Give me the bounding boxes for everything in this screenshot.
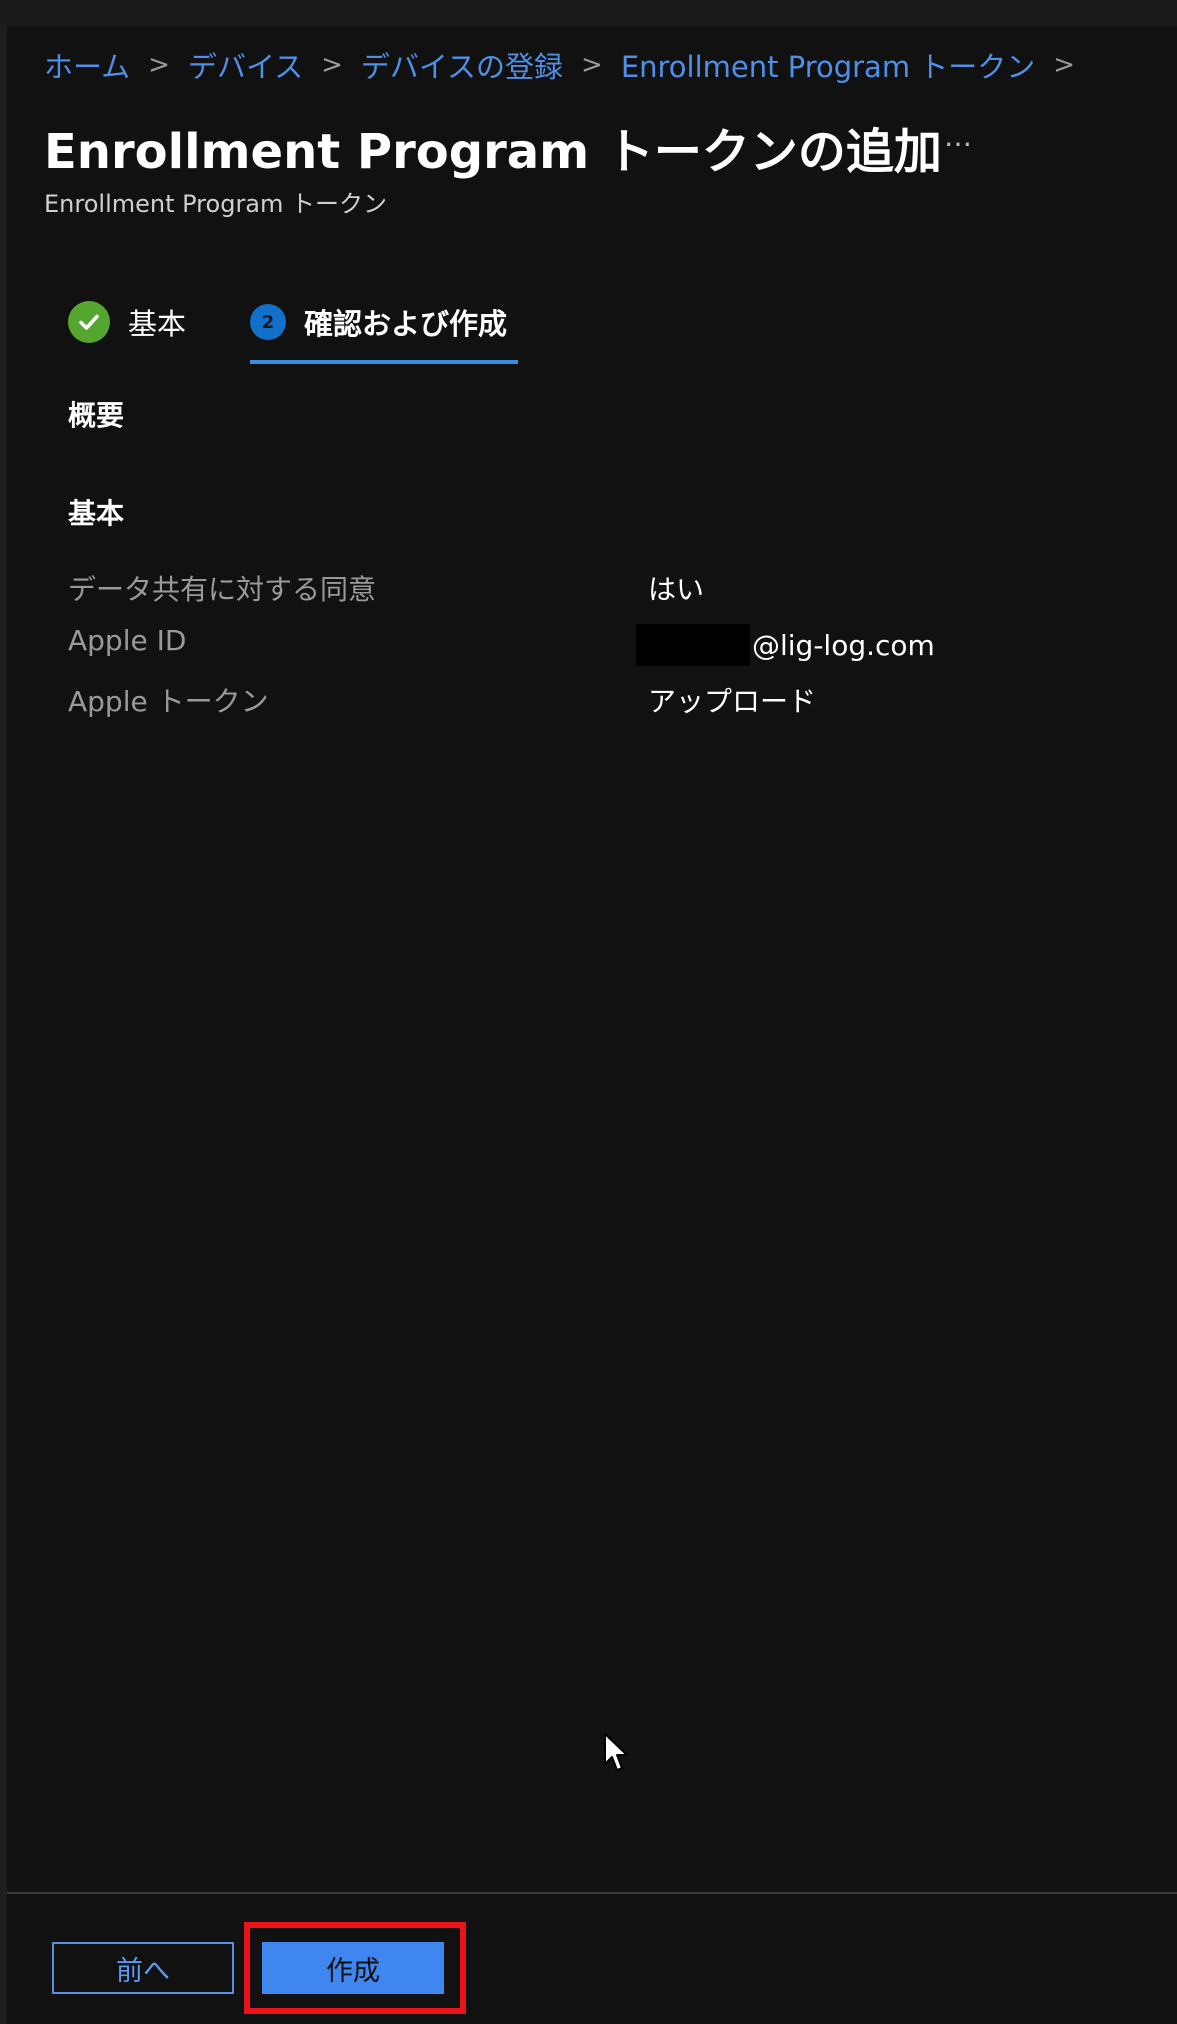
page-subtitle: Enrollment Program トークン	[44, 190, 388, 218]
breadcrumb-device-enrollment[interactable]: デバイスの登録	[361, 44, 563, 86]
summary-value-text: アップロード	[648, 685, 817, 718]
summary-row: Apple トークン アップロード	[68, 680, 968, 722]
mouse-cursor-icon	[604, 1733, 628, 1771]
breadcrumb-home[interactable]: ホーム	[44, 44, 130, 86]
tab-basics-label: 基本	[128, 307, 187, 341]
chevron-right-icon: >	[321, 50, 343, 80]
panel-edge	[0, 26, 7, 2024]
active-tab-indicator	[250, 360, 518, 364]
breadcrumb-enrollment-program-tokens[interactable]: Enrollment Program トークン	[621, 44, 1035, 86]
more-options-icon[interactable]: …	[944, 120, 974, 153]
checkmark-icon	[79, 314, 99, 330]
summary-heading: 概要	[68, 399, 125, 432]
tab-basics[interactable]: 基本	[68, 292, 206, 352]
chevron-right-icon: >	[581, 50, 603, 80]
summary-key: Apple トークン	[68, 685, 269, 718]
summary-value-text: @lig-log.com	[752, 628, 935, 662]
top-bar	[0, 0, 1177, 26]
previous-button[interactable]: 前へ	[52, 1942, 234, 1994]
summary-row: Apple ID @lig-log.com	[68, 624, 968, 666]
summary-value: @lig-log.com	[636, 624, 935, 666]
chevron-right-icon: >	[148, 50, 170, 80]
summary-value: アップロード	[648, 680, 816, 720]
step-number-badge: 2	[250, 304, 286, 340]
tab-review-create-label: 確認および作成	[304, 307, 508, 341]
footer-divider	[7, 1892, 1177, 1894]
checkmark-circle-icon	[68, 301, 110, 343]
summary-key: データ共有に対する同意	[68, 573, 377, 606]
tab-review-create[interactable]: 2 確認および作成	[250, 292, 520, 352]
breadcrumb: ホーム > デバイス > デバイスの登録 > Enrollment Progra…	[44, 45, 1093, 85]
summary-value: はい	[648, 568, 704, 608]
redaction-block	[636, 624, 750, 666]
breadcrumb-devices[interactable]: デバイス	[188, 44, 303, 86]
summary-value-text: はい	[648, 573, 705, 606]
highlight-annotation	[244, 1922, 466, 2014]
page-title: Enrollment Program トークンの追加	[44, 124, 942, 180]
section-title-basics: 基本	[68, 497, 125, 530]
chevron-right-icon: >	[1053, 50, 1076, 80]
summary-key: Apple ID	[68, 624, 187, 657]
summary-row: データ共有に対する同意 はい	[68, 568, 968, 610]
